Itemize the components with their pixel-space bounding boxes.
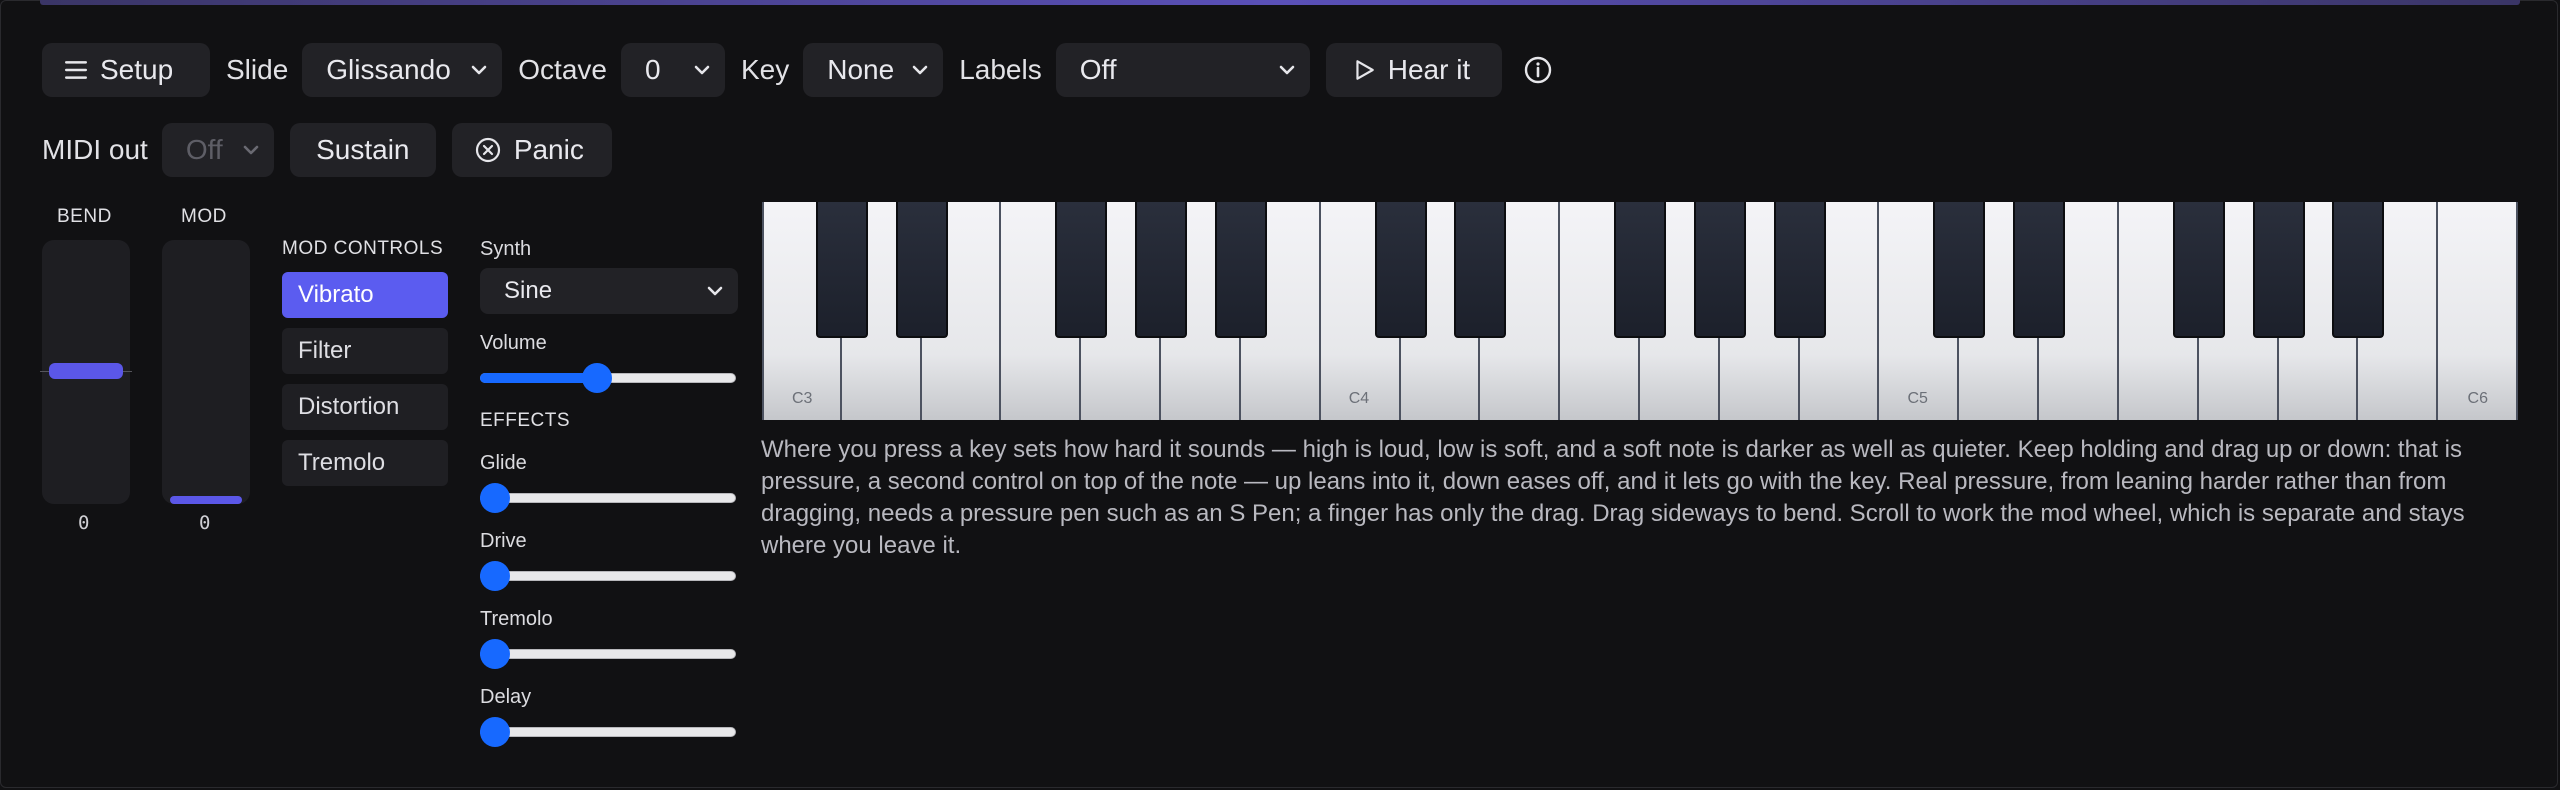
- drive-label: Drive: [480, 530, 527, 552]
- panic-label: Panic: [513, 134, 584, 165]
- mod-vibrato-button[interactable]: Vibrato: [282, 272, 448, 318]
- mod-tremolo-label: Tremolo: [298, 449, 386, 476]
- play-icon: [1356, 60, 1374, 80]
- sustain-label: Sustain: [316, 134, 410, 165]
- slide-label: Slide: [226, 54, 289, 85]
- black-key-d-sharp5[interactable]: [2013, 202, 2066, 338]
- chevron-down-icon: [707, 286, 723, 296]
- instructions-text: Where you press a key sets how hard it s…: [761, 436, 2465, 559]
- mod-heading: MOD: [181, 206, 227, 227]
- volume-label: Volume: [480, 332, 547, 354]
- mod-filter-button[interactable]: Filter: [282, 328, 448, 374]
- mod-filter-label: Filter: [298, 337, 352, 364]
- delay-label: Delay: [480, 686, 532, 708]
- panic-button[interactable]: Panic: [451, 123, 612, 177]
- midi-out-value: Off: [185, 134, 223, 165]
- close-circle-icon: [475, 137, 500, 163]
- mod-distortion-button[interactable]: Distortion: [282, 384, 448, 430]
- slide-value: Glissando: [326, 54, 451, 85]
- labels-select[interactable]: Off: [1055, 43, 1310, 97]
- delay-slider[interactable]: [480, 717, 736, 747]
- glide-label: Glide: [480, 452, 527, 474]
- volume-slider-thumb[interactable]: [581, 363, 612, 393]
- drive-slider-thumb[interactable]: [480, 561, 510, 591]
- black-key-c-sharp4[interactable]: [1374, 202, 1427, 338]
- midi-toolbar: MIDI out Off Sustain Panic: [42, 122, 612, 178]
- key-octave-label: C3: [792, 390, 813, 407]
- key-octave-label: C6: [2467, 390, 2488, 407]
- black-key-c-sharp5[interactable]: [1933, 202, 1986, 338]
- chevron-down-icon: [243, 145, 259, 155]
- key-label: Key: [740, 54, 790, 85]
- black-key-g-sharp4[interactable]: [1693, 202, 1746, 338]
- tremolo-label: Tremolo: [480, 608, 553, 630]
- black-key-g-sharp3[interactable]: [1135, 202, 1188, 338]
- top-accent-bar: [40, 0, 2520, 5]
- black-key-f-sharp4[interactable]: [1614, 202, 1666, 338]
- labels-value: Off: [1079, 54, 1117, 85]
- menu-icon: [64, 61, 88, 79]
- slide-select[interactable]: Glissando: [302, 43, 503, 97]
- bend-value: 0: [78, 512, 90, 534]
- key-value: None: [827, 54, 895, 85]
- pitch-bend-wheel[interactable]: [40, 240, 132, 504]
- black-key-d-sharp4[interactable]: [1454, 202, 1507, 338]
- key-octave-label: C5: [1907, 390, 1928, 407]
- setup-button[interactable]: Setup: [42, 43, 210, 97]
- black-key-a-sharp4[interactable]: [1773, 202, 1826, 338]
- mod-value: 0: [199, 512, 211, 534]
- glide-slider[interactable]: [480, 483, 736, 513]
- midi-out-label: MIDI out: [42, 134, 148, 165]
- bend-handle[interactable]: [49, 363, 123, 379]
- volume-slider[interactable]: [480, 363, 736, 393]
- octave-label: Octave: [518, 54, 607, 85]
- key-select[interactable]: None: [803, 43, 944, 97]
- sustain-button[interactable]: Sustain: [289, 123, 436, 177]
- synth-select[interactable]: Sine: [480, 268, 738, 314]
- glide-slider-thumb[interactable]: [480, 483, 510, 513]
- tremolo-slider[interactable]: [480, 639, 736, 669]
- black-key-f-sharp3[interactable]: [1055, 202, 1108, 338]
- mod-tremolo-button[interactable]: Tremolo: [282, 440, 448, 486]
- chevron-down-icon: [1279, 65, 1295, 75]
- chevron-down-icon: [694, 65, 710, 75]
- mod-controls-heading: MOD CONTROLS: [282, 238, 444, 259]
- black-key-d-sharp3[interactable]: [895, 202, 948, 338]
- black-key-g-sharp5[interactable]: [2252, 202, 2305, 338]
- octave-select[interactable]: 0: [620, 43, 725, 97]
- effects-heading: EFFECTS: [480, 410, 571, 431]
- octave-value: 0: [644, 54, 661, 85]
- hear-it-label: Hear it: [1387, 54, 1471, 85]
- white-key-c6[interactable]: C6: [2438, 202, 2518, 420]
- labels-label: Labels: [959, 54, 1042, 85]
- black-key-a-sharp5[interactable]: [2332, 202, 2385, 338]
- synth-label: Synth: [480, 238, 532, 260]
- mod-vibrato-label: Vibrato: [298, 281, 374, 308]
- chevron-down-icon: [471, 65, 487, 75]
- black-key-a-sharp3[interactable]: [1214, 202, 1267, 338]
- main-toolbar: Setup Slide Glissando Octave 0 Key None …: [42, 42, 1554, 98]
- mod-level-indicator: [170, 496, 242, 504]
- hear-it-button[interactable]: Hear it: [1325, 43, 1502, 97]
- drive-slider[interactable]: [480, 561, 736, 591]
- midi-out-select[interactable]: Off: [161, 123, 274, 177]
- black-key-f-sharp5[interactable]: [2172, 202, 2225, 338]
- piano-keyboard[interactable]: C3 C4 C5 C6: [762, 202, 2518, 420]
- key-octave-label: C4: [1348, 390, 1370, 407]
- delay-slider-thumb[interactable]: [480, 717, 510, 747]
- synth-value: Sine: [504, 277, 553, 304]
- info-icon[interactable]: [1522, 54, 1554, 86]
- mod-wheel[interactable]: [162, 240, 250, 504]
- chevron-down-icon: [912, 65, 928, 75]
- setup-label: Setup: [100, 54, 174, 85]
- mod-distortion-label: Distortion: [298, 393, 400, 420]
- bend-heading: BEND: [57, 206, 112, 227]
- black-key-c-sharp3[interactable]: [815, 202, 868, 338]
- tremolo-slider-thumb[interactable]: [480, 639, 510, 669]
